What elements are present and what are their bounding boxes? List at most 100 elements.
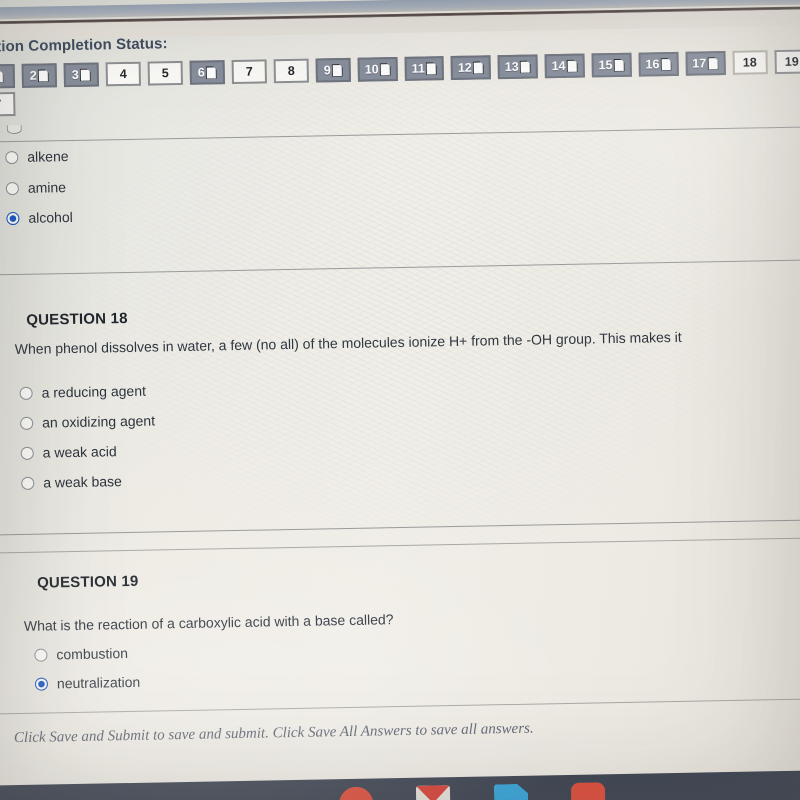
red-rounded-app-icon[interactable]: [570, 782, 606, 800]
radio-combustion[interactable]: [34, 648, 48, 662]
question-button-3[interactable]: 3: [63, 62, 100, 88]
question-button-12[interactable]: 12: [450, 55, 491, 81]
page-document-icon: [332, 63, 343, 76]
question-button-label: 5: [161, 65, 169, 81]
option-label: alkene: [27, 148, 69, 165]
option-label: amine: [27, 179, 67, 196]
radio-alkene[interactable]: [5, 150, 19, 164]
radio-a-weak-base[interactable]: [21, 476, 35, 490]
question-button-14[interactable]: 14: [544, 53, 585, 79]
page-document-icon: [0, 70, 3, 83]
question-button-7[interactable]: 7: [231, 59, 267, 85]
question-button-label: 15: [598, 57, 613, 73]
taskbar-icon-dock: [7, 771, 800, 800]
question-18-title: QUESTION 18: [26, 309, 128, 329]
question-19-title: QUESTION 19: [36, 572, 139, 592]
question-button-label: 13: [504, 59, 519, 74]
question-completion-status-label: estion Completion Status:: [0, 35, 168, 56]
page-document-icon: [707, 57, 718, 70]
option-amine[interactable]: amine: [5, 179, 67, 196]
page-content: estion Completion Status: 2 3 4 5 6 7 8 9 10 11 12…: [0, 0, 800, 800]
option-label: alcohol: [28, 208, 73, 226]
question-button-clipped-0[interactable]: [0, 64, 16, 89]
option-label: a weak base: [43, 473, 123, 491]
question-button-4[interactable]: 4: [105, 61, 142, 87]
question-button-label: 17: [692, 56, 707, 71]
question-button-label: 4: [119, 66, 127, 81]
save-instructions-note: Click Save and Submit to save and submit…: [13, 720, 534, 747]
page-document-icon: [80, 68, 91, 81]
option-combustion[interactable]: combustion: [34, 645, 128, 663]
page-document-icon: [206, 66, 217, 79]
question-button-11[interactable]: 11: [404, 56, 445, 81]
option-label: a reducing agent: [41, 382, 147, 401]
question-18-text: When phenol dissolves in water, a few (n…: [14, 328, 682, 358]
question-navigation-bar[interactable]: 2 3 4 5 6 7 8 9 10 11 12 13 14 15 16 17 18 19 7: [0, 49, 800, 117]
question-button-18[interactable]: 18: [732, 50, 768, 75]
option-an-oxidizing-agent[interactable]: an oxidizing agent: [20, 412, 156, 431]
screenshot-root: estion Completion Status: 2 3 4 5 6 7 8 9 10 11 12…: [0, 0, 800, 800]
page-document-icon: [613, 58, 624, 71]
page-document-icon: [473, 61, 484, 74]
radio-a-weak-acid[interactable]: [20, 446, 34, 460]
radio-amine[interactable]: [5, 181, 19, 195]
page-document-icon: [380, 63, 391, 76]
question-button-19[interactable]: 19: [774, 49, 800, 75]
page-document-icon: [660, 57, 671, 70]
divider-above-footer: [0, 697, 800, 715]
option-alcohol[interactable]: alcohol: [6, 209, 73, 226]
page-document-icon: [426, 62, 437, 75]
question-button-9[interactable]: 9: [315, 57, 351, 83]
question-button-label: 19: [784, 54, 799, 69]
divider-below-question-18: [0, 518, 800, 536]
question-button-label: 7: [0, 97, 1, 111]
option-label: neutralization: [56, 673, 141, 692]
divider-above-alkene: [0, 125, 800, 143]
divider-above-question-18: [0, 258, 800, 276]
question-button-label: 16: [645, 56, 660, 72]
gmail-envelope-icon[interactable]: [415, 785, 451, 800]
question-button-16[interactable]: 16: [638, 51, 679, 77]
radio-alcohol[interactable]: [6, 211, 20, 225]
option-alkene[interactable]: alkene: [5, 148, 69, 165]
option-neutralization[interactable]: neutralization: [34, 673, 141, 692]
red-circle-app-icon[interactable]: [338, 786, 374, 800]
option-label: combustion: [56, 645, 129, 663]
question-button-label: 10: [364, 62, 379, 77]
option-label: a weak acid: [42, 443, 117, 461]
question-button-label: 9: [323, 62, 331, 78]
page-document-icon: [520, 60, 531, 73]
question-button-5[interactable]: 5: [147, 60, 184, 86]
question-button-label: 11: [411, 61, 425, 76]
question-button-17[interactable]: 17: [685, 50, 726, 76]
option-a-weak-base[interactable]: a weak base: [21, 473, 122, 491]
option-label: an oxidizing agent: [42, 412, 156, 431]
question-button-7[interactable]: 7: [0, 91, 16, 117]
question-button-label: 6: [197, 65, 205, 80]
radio-a-reducing-agent[interactable]: [19, 386, 33, 400]
question-button-label: 8: [287, 63, 295, 78]
question-button-label: 3: [71, 67, 79, 82]
question-button-label: 2: [29, 68, 37, 83]
page-document-icon: [38, 69, 49, 82]
divider-above-question-19: [0, 536, 800, 554]
radio-neutralization[interactable]: [34, 676, 49, 691]
question-button-10[interactable]: 10: [357, 56, 398, 82]
page-document-icon: [566, 59, 577, 72]
photographed-screen-surface: estion Completion Status: 2 3 4 5 6 7 8 9 10 11 12…: [0, 0, 800, 800]
radio-an-oxidizing-agent[interactable]: [20, 416, 34, 430]
device-taskbar: [0, 769, 800, 800]
question-button-6[interactable]: 6: [189, 60, 225, 85]
question-button-label: 12: [457, 60, 472, 75]
question-button-2[interactable]: 2: [21, 63, 58, 88]
option-a-reducing-agent[interactable]: a reducing agent: [19, 383, 146, 401]
option-a-weak-acid[interactable]: a weak acid: [20, 443, 117, 461]
question-19-text: What is the reaction of a carboxylic aci…: [23, 611, 394, 634]
question-button-label: 14: [551, 58, 566, 73]
cropped-radio-above-alkene[interactable]: [6, 124, 22, 135]
question-button-13[interactable]: 13: [497, 54, 538, 80]
question-button-15[interactable]: 15: [591, 52, 632, 78]
blue-document-icon[interactable]: [494, 784, 529, 800]
question-button-label: 7: [245, 64, 253, 79]
question-button-8[interactable]: 8: [273, 58, 309, 84]
